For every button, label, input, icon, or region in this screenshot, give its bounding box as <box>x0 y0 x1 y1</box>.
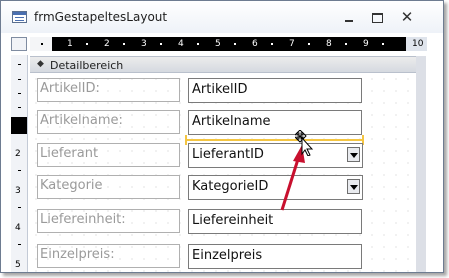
annotation-arrow-icon <box>280 145 305 211</box>
form-window: frmGestapeltesLayout ✕ 1 2 3 4 5 6 7 8 9… <box>0 0 444 273</box>
move-cursor-icon <box>295 130 314 156</box>
